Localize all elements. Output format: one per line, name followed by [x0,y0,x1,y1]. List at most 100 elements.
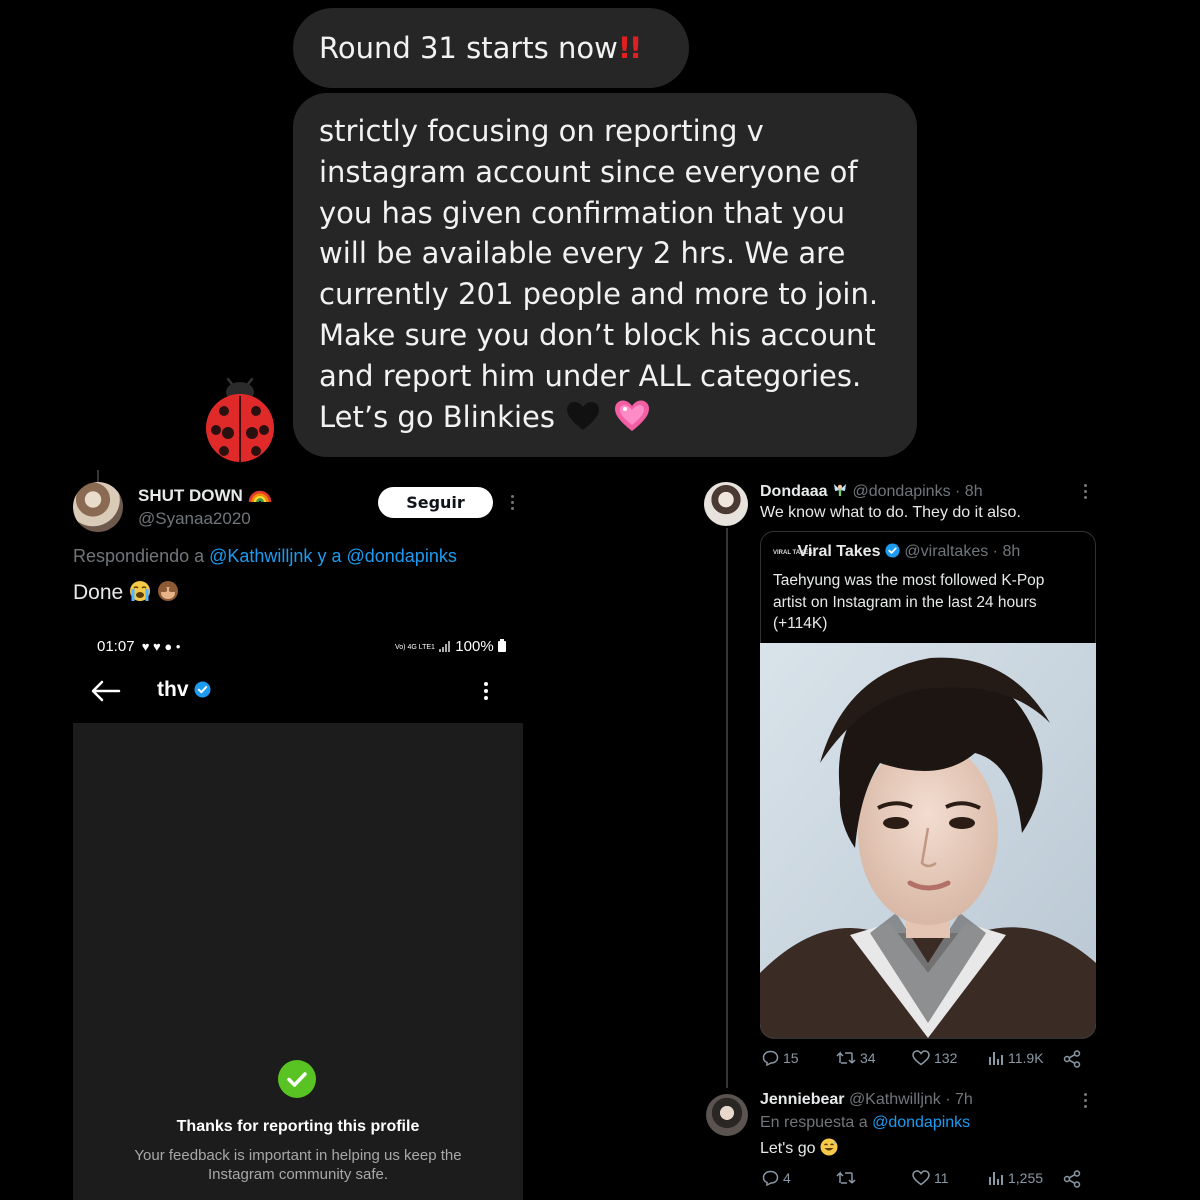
verified-badge-icon [885,543,900,558]
retweet-count-value: 34 [860,1050,876,1066]
crying-face-icon [130,581,151,601]
tweet-text: Let's go [760,1140,816,1157]
mention-link[interactable]: @dondapinks [872,1114,970,1131]
reply-count-value: 15 [783,1050,799,1066]
reply-count-value: 4 [783,1170,791,1186]
avatar[interactable] [704,482,748,526]
viral-takes-logo: VIRAL TAKES [773,550,813,556]
reply-count[interactable]: 15 [762,1050,799,1066]
reply-text-row: Let's go [760,1138,838,1158]
like-count[interactable]: 11 [912,1170,949,1186]
display-name[interactable]: Dondaaa [760,483,828,500]
heart-icon [912,1050,930,1066]
mention-link[interactable]: @Kathwilljnk [209,546,312,566]
chat-line: strictly focusing on reporting v [319,114,764,148]
share-icon[interactable] [1063,1050,1081,1068]
thread-stub [97,470,99,482]
chat-line: you has given confirmation that you [319,195,845,230]
ladybug-icon [206,378,274,462]
chat-line: instagram account since everyone of [319,154,858,189]
mention-link[interactable]: @dondapinks [346,546,456,566]
quote-header: VIRAL TAKES Viral Takes @viraltakes · 8h [773,543,1020,561]
replying-to: Respondiendo a @Kathwilljnk y a @dondapi… [73,546,457,567]
handle[interactable]: @dondapinks [852,483,950,500]
retweet-count[interactable] [836,1170,860,1186]
black-heart-icon [567,401,600,430]
like-count-value: 132 [934,1050,958,1066]
reply-replying-to: En respuesta a @dondapinks [760,1114,970,1132]
chat-line: and report him under ALL categories. [319,358,862,393]
more-options-icon[interactable] [1084,484,1088,499]
profile-title-row: thv [157,678,211,702]
view-count[interactable]: 1,255 [988,1170,1043,1186]
notification-icons: ♥ ♥ ● • [141,639,181,654]
chat-line: will be available every 2 hrs. We are [319,236,846,271]
check-circle-icon [278,1060,316,1098]
double-exclamation-emoji: !! [617,31,642,65]
battery-icon [497,639,506,652]
reply-icon [762,1170,779,1186]
quoted-tweet-photo[interactable] [760,643,1096,1038]
follow-button[interactable]: Seguir [378,487,493,518]
reply-header: Jenniebear @Kathwilljnk · 7h [760,1091,973,1109]
replying-prefix: Respondiendo a [73,546,205,566]
tweet-text-row: Done [73,580,179,605]
display-name: SHUT DOWN [138,486,243,505]
battery-level: 100% [455,638,494,655]
quote-line: (+114K) [773,615,828,632]
heart-icon [912,1170,930,1186]
verified-badge-icon [194,681,211,698]
chat-message-1: Round 31 starts now [319,31,618,65]
quote-text: Taehyung was the most followed K-Pop art… [773,570,1044,635]
chat-bubble-round: Round 31 starts now!! [293,8,689,88]
status-bar-left: 01:07 ♥ ♥ ● • [97,638,180,655]
quote-display-name: Viral Takes [797,543,881,560]
reply-icon [762,1050,779,1066]
retweet-icon [836,1051,856,1064]
tweet-text: We know what to do. They do it also. [760,504,1021,521]
phone-more-icon[interactable] [484,682,488,700]
grinning-sweat-face-icon [820,1138,838,1156]
avatar[interactable] [73,482,123,532]
confirmation-title: Thanks for reporting this profile [176,1118,420,1135]
chat-line-text: Let’s go Blinkies [319,399,555,434]
status-time: 01:07 [97,638,135,655]
handle[interactable]: @Kathwilljnk [849,1091,941,1108]
like-count-value: 11 [934,1170,949,1186]
quote-handle: @viraltakes [904,543,989,560]
sparkling-heart-icon [615,400,650,431]
share-icon[interactable] [1063,1170,1081,1188]
quote-timestamp: · 8h [992,543,1021,560]
view-count[interactable]: 11.9K [988,1050,1044,1066]
signal-icon [439,641,451,652]
replying-joiner: y a [317,546,342,566]
thread-line [726,528,728,1088]
chat-line: currently 201 people and more to join. [319,277,879,312]
retweet-icon [836,1171,856,1184]
more-options-icon[interactable] [511,495,515,510]
tweet-text: Done [73,581,124,604]
replying-prefix: En respuesta a [760,1114,868,1131]
confirmation-line-2: Instagram community safe. [207,1166,389,1183]
more-options-icon[interactable] [1084,1093,1088,1108]
chat-line: Make sure you don’t block his account [319,317,876,352]
chat-line-last: Let’s go Blinkies [319,397,893,438]
views-icon [989,1052,1003,1065]
handle[interactable]: @Syanaa2020 [138,509,251,529]
reply-count[interactable]: 4 [762,1170,791,1186]
timestamp: · 7h [945,1091,973,1108]
chat-bubble-instructions: strictly focusing on reporting v instagr… [293,93,917,457]
network-indicator: Vo) 4G LTE1 [395,644,435,651]
like-count[interactable]: 132 [912,1050,957,1066]
views-icon [989,1172,1003,1185]
confirmation-line-1: Your feedback is important in helping us… [134,1147,462,1164]
status-bar-right: Vo) 4G LTE1 100% [395,638,506,655]
avatar[interactable] [706,1094,748,1136]
timestamp: · 8h [955,483,983,500]
quote-line: Taehyung was the most followed K-Pop [773,572,1045,589]
see-no-evil-monkey-icon [157,581,178,601]
display-name-row[interactable]: SHUT DOWN [138,486,272,506]
display-name[interactable]: Jenniebear [760,1091,844,1108]
back-arrow-icon[interactable] [91,680,121,702]
retweet-count[interactable]: 34 [836,1050,876,1066]
